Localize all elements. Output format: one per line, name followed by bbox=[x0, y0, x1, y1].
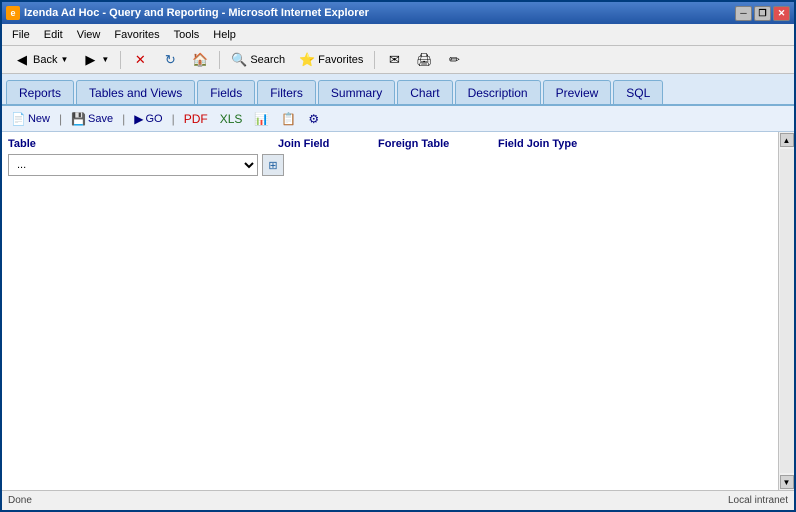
menu-tools[interactable]: Tools bbox=[168, 25, 206, 45]
content-area: Table Join Field Foreign Table Field Joi… bbox=[2, 132, 778, 490]
title-bar: e Izenda Ad Hoc - Query and Reporting - … bbox=[2, 2, 794, 24]
save-label: Save bbox=[88, 113, 113, 125]
settings-icon: ⚙ bbox=[308, 112, 319, 126]
back-button[interactable]: ◀ Back ▼ bbox=[8, 49, 74, 71]
joins-header: Table Join Field Foreign Table Field Joi… bbox=[8, 138, 772, 150]
scrollbar-vertical[interactable]: ▲ ▼ bbox=[778, 132, 794, 490]
save-button[interactable]: 💾 Save bbox=[66, 109, 118, 129]
window-title: Izenda Ad Hoc - Query and Reporting - Mi… bbox=[24, 7, 369, 19]
search-label: Search bbox=[250, 54, 285, 66]
action-sep-3: | bbox=[172, 112, 175, 126]
scroll-down-arrow[interactable]: ▼ bbox=[780, 475, 794, 489]
stop-button[interactable]: ✕ bbox=[126, 49, 154, 71]
go-icon: ▶ bbox=[134, 112, 143, 126]
favorites-button[interactable]: ⭐ Favorites bbox=[293, 49, 369, 71]
menu-favorites[interactable]: Favorites bbox=[108, 25, 165, 45]
tabs-row: Reports Tables and Views Fields Filters … bbox=[2, 74, 794, 106]
tab-chart[interactable]: Chart bbox=[397, 80, 452, 104]
forward-button[interactable]: ▶ ▼ bbox=[76, 49, 115, 71]
forward-dropdown-icon: ▼ bbox=[101, 55, 109, 64]
minimize-button[interactable]: ─ bbox=[735, 6, 752, 21]
restore-button[interactable]: ❐ bbox=[754, 6, 771, 21]
forward-icon: ▶ bbox=[82, 52, 98, 68]
search-button[interactable]: 🔍 Search bbox=[225, 49, 291, 71]
back-label: Back bbox=[33, 54, 57, 66]
status-text: Done bbox=[8, 495, 32, 506]
new-button[interactable]: 📄 New bbox=[6, 109, 55, 129]
refresh-icon: ↻ bbox=[162, 52, 178, 68]
main-window: e Izenda Ad Hoc - Query and Reporting - … bbox=[0, 0, 796, 512]
table-select[interactable]: ... bbox=[8, 154, 258, 176]
action-bar: 📄 New | 💾 Save | ▶ GO | PDF XLS 📊 bbox=[2, 106, 794, 132]
csv-button[interactable]: 📋 bbox=[276, 109, 301, 129]
window-controls: ─ ❐ ✕ bbox=[735, 6, 790, 21]
tab-tables-and-views[interactable]: Tables and Views bbox=[76, 80, 195, 104]
home-icon: 🏠 bbox=[192, 52, 208, 68]
status-bar: Done Local intranet bbox=[2, 490, 794, 510]
stop-icon: ✕ bbox=[132, 52, 148, 68]
action-sep-2: | bbox=[122, 112, 125, 126]
edit-icon: ✏ bbox=[446, 52, 462, 68]
toolbar-separator-3 bbox=[374, 51, 375, 69]
settings-button[interactable]: ⚙ bbox=[303, 109, 324, 129]
col-field-join-type-header: Field Join Type bbox=[498, 138, 618, 150]
app-icon: e bbox=[6, 6, 20, 20]
add-join-button[interactable]: ⊞ bbox=[262, 154, 284, 176]
tab-filters[interactable]: Filters bbox=[257, 80, 316, 104]
menu-edit[interactable]: Edit bbox=[38, 25, 69, 45]
mail-button[interactable]: ✉ bbox=[380, 49, 408, 71]
tab-summary[interactable]: Summary bbox=[318, 80, 395, 104]
xls-button[interactable]: XLS bbox=[215, 109, 248, 129]
back-dropdown-icon: ▼ bbox=[60, 55, 68, 64]
new-label: New bbox=[28, 113, 50, 125]
close-button[interactable]: ✕ bbox=[773, 6, 790, 21]
joins-area: Table Join Field Foreign Table Field Joi… bbox=[8, 138, 772, 176]
mail-icon: ✉ bbox=[386, 52, 402, 68]
menu-bar: File Edit View Favorites Tools Help bbox=[2, 24, 794, 46]
add-join-icon: ⊞ bbox=[268, 159, 277, 172]
ie-toolbar: ◀ Back ▼ ▶ ▼ ✕ ↻ 🏠 🔍 Search ⭐ Favorites … bbox=[2, 46, 794, 74]
tab-sql[interactable]: SQL bbox=[613, 80, 663, 104]
back-icon: ◀ bbox=[14, 52, 30, 68]
col-table-header: Table bbox=[8, 138, 278, 150]
pdf-button[interactable]: PDF bbox=[179, 109, 213, 129]
favorites-icon: ⭐ bbox=[299, 52, 315, 68]
zone-text: Local intranet bbox=[728, 495, 788, 506]
menu-file[interactable]: File bbox=[6, 25, 36, 45]
new-page-icon: 📄 bbox=[11, 112, 26, 126]
scroll-up-arrow[interactable]: ▲ bbox=[780, 133, 794, 147]
refresh-button[interactable]: ↻ bbox=[156, 49, 184, 71]
action-sep-1: | bbox=[59, 112, 62, 126]
doc-icon: 📊 bbox=[254, 112, 269, 126]
tab-preview[interactable]: Preview bbox=[543, 80, 612, 104]
menu-help[interactable]: Help bbox=[207, 25, 242, 45]
home-button[interactable]: 🏠 bbox=[186, 49, 214, 71]
scroll-track[interactable] bbox=[780, 149, 794, 473]
print-button[interactable]: 🖨 bbox=[410, 49, 438, 71]
menu-view[interactable]: View bbox=[71, 25, 107, 45]
csv-icon: 📋 bbox=[281, 112, 296, 126]
xls-icon: XLS bbox=[220, 112, 243, 126]
toolbar-separator-1 bbox=[120, 51, 121, 69]
pdf-icon: PDF bbox=[184, 112, 208, 126]
col-foreign-table-header: Foreign Table bbox=[378, 138, 498, 150]
doc-button[interactable]: 📊 bbox=[249, 109, 274, 129]
tab-fields[interactable]: Fields bbox=[197, 80, 255, 104]
save-icon: 💾 bbox=[71, 112, 86, 126]
tab-description[interactable]: Description bbox=[455, 80, 541, 104]
go-button[interactable]: ▶ GO bbox=[129, 109, 167, 129]
joins-row-1: ... ⊞ bbox=[8, 154, 772, 176]
edit-button[interactable]: ✏ bbox=[440, 49, 468, 71]
toolbar-separator-2 bbox=[219, 51, 220, 69]
tab-reports[interactable]: Reports bbox=[6, 80, 74, 104]
search-icon: 🔍 bbox=[231, 52, 247, 68]
go-label: GO bbox=[145, 113, 162, 125]
print-icon: 🖨 bbox=[416, 52, 432, 68]
favorites-label: Favorites bbox=[318, 54, 363, 66]
col-join-field-header: Join Field bbox=[278, 138, 378, 150]
